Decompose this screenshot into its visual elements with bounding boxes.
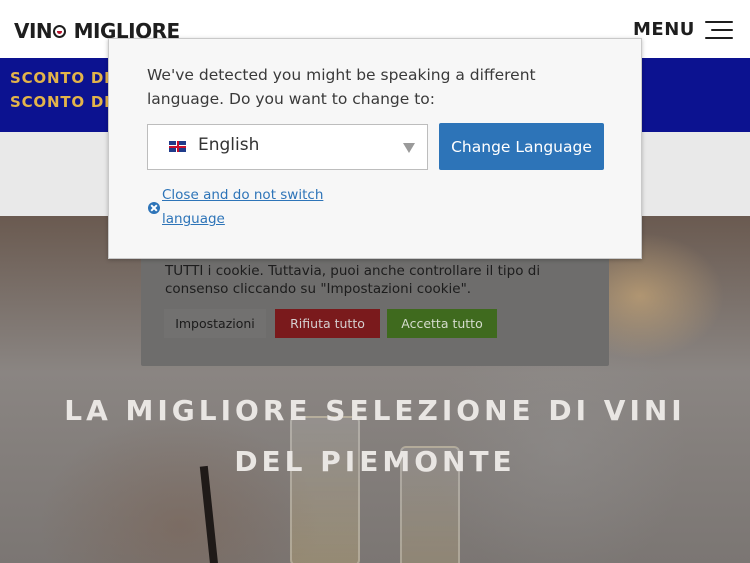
cookie-reject-button[interactable]: Rifiuta tutto	[275, 309, 380, 338]
cookie-consent-text: TUTTI i cookie. Tuttavia, puoi anche con…	[165, 263, 541, 297]
logo-text-part1: VIN	[14, 19, 53, 43]
hero-decoration-glass	[290, 416, 360, 563]
language-switch-modal: We've detected you might be speaking a d…	[108, 38, 642, 259]
hero-decoration-stem	[199, 465, 219, 563]
cookie-accept-button[interactable]: Accetta tutto	[387, 309, 497, 338]
menu-label[interactable]: MENU	[633, 19, 695, 40]
hamburger-icon[interactable]	[703, 21, 733, 41]
close-icon[interactable]	[148, 202, 160, 214]
uk-flag-icon	[169, 141, 186, 152]
close-no-switch-link[interactable]: Close and do not switch language	[162, 183, 342, 231]
change-language-button[interactable]: Change Language	[439, 123, 604, 170]
wine-glass-icon	[53, 25, 67, 38]
promo-line-1: SCONTO DE	[10, 69, 116, 87]
language-select-value: English	[198, 135, 260, 155]
cookie-settings-button[interactable]: Impostazioni	[164, 309, 266, 338]
hero-title-line-1: LA MIGLIORE SELEZIONE DI VINI	[64, 394, 686, 427]
language-detect-message: We've detected you might be speaking a d…	[147, 66, 536, 108]
dropdown-arrow-icon	[403, 143, 415, 153]
language-select[interactable]: English	[147, 124, 428, 170]
promo-line-2: SCONTO DE	[10, 93, 116, 111]
hero-title-line-2: DEL PIEMONTE	[234, 445, 516, 478]
